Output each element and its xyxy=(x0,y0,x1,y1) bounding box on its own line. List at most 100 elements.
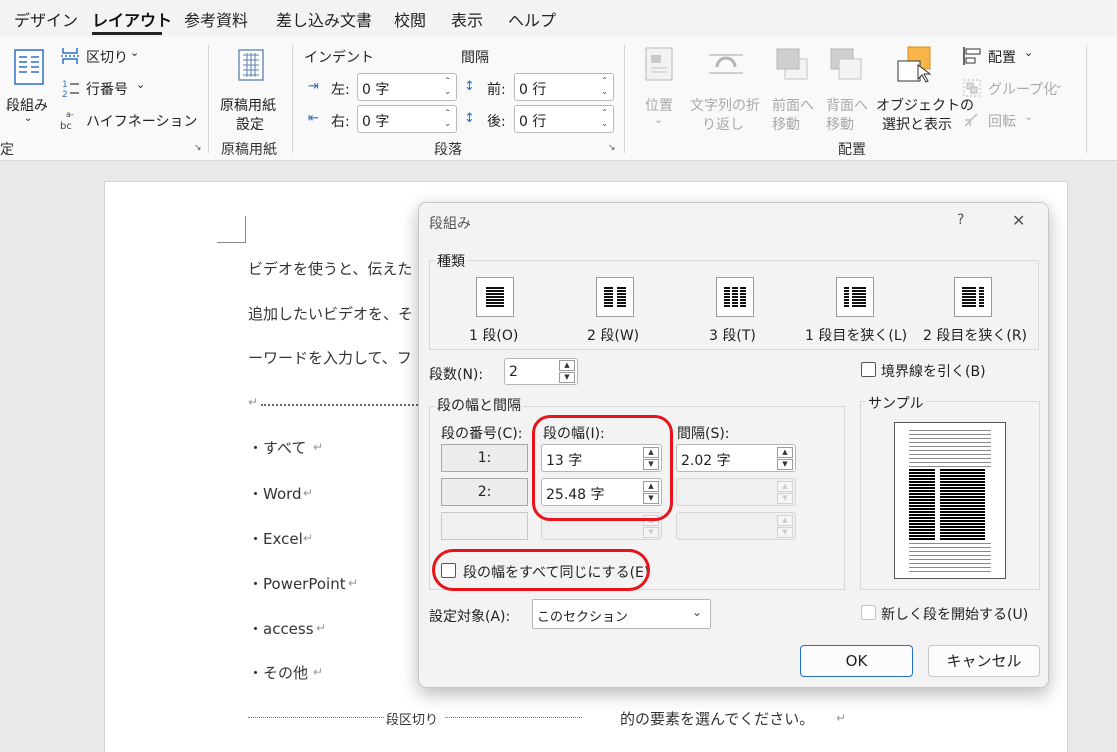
num-columns-input[interactable]: 2 ▲ ▼ xyxy=(504,358,578,385)
spin-down-icon: ▼ xyxy=(777,527,793,538)
indent-right-icon: ⇤ xyxy=(308,111,319,126)
column-number-header: 段の番号(C): xyxy=(441,426,523,442)
ribbon: 段組み ⌄ 区切り ⌄ 12 行番号 ⌄ a-bc ハイフネーション ⌄ 定 ↘… xyxy=(0,37,1117,161)
dialog-launcher-icon[interactable]: ↘ xyxy=(608,143,616,153)
ok-button[interactable]: OK xyxy=(800,645,913,677)
highlight-ellipse xyxy=(532,415,673,521)
spin-up-icon[interactable]: ▲ xyxy=(559,360,575,371)
align-button[interactable]: 配置 ⌄ xyxy=(962,45,1052,67)
bring-forward-button[interactable]: 前面へ 移動 xyxy=(770,45,820,133)
cancel-button[interactable]: キャンセル xyxy=(928,645,1040,677)
columns-icon xyxy=(14,49,44,85)
tab-mailings[interactable]: 差し込み文書 xyxy=(276,7,372,31)
apply-to-label: 設定対象(A): xyxy=(429,609,511,625)
svg-text:a-: a- xyxy=(66,110,74,119)
spin-up-icon: ▲ xyxy=(777,481,793,492)
spin-down-icon[interactable]: ⌄ xyxy=(444,119,451,128)
spacing-title: 間隔 xyxy=(461,50,489,66)
tab-help[interactable]: ヘルプ xyxy=(508,7,556,31)
breaks-button[interactable]: 区切り ⌄ xyxy=(60,45,150,67)
list-item: ・その他 xyxy=(248,664,309,682)
wrap-text-label-2: り返し xyxy=(702,117,744,133)
columns-dialog: 段組み ? ✕ 種類 1 段(O) 2 段(W) 3 段(T) 1 段目を狭く(… xyxy=(418,202,1049,688)
preset-one-column-icon xyxy=(476,277,514,317)
tab-view[interactable]: 表示 xyxy=(451,7,483,31)
tab-references[interactable]: 参考資料 xyxy=(184,7,248,31)
tab-layout[interactable]: レイアウト xyxy=(92,7,172,31)
send-backward-label: 背面へ xyxy=(826,98,868,114)
selection-pane-button[interactable]: オブジェクトの 選択と表示 xyxy=(876,45,974,133)
spin-down-icon: ▼ xyxy=(643,527,659,538)
preset-two-columns[interactable]: 2 段(W) xyxy=(583,277,647,347)
spin-down-icon[interactable]: ⌄ xyxy=(601,87,608,96)
spin-up-icon[interactable]: ⌃ xyxy=(444,108,451,117)
line-numbers-label: 行番号 xyxy=(86,82,128,98)
ribbon-separator xyxy=(208,45,209,153)
apply-to-select[interactable]: このセクション ⌄ xyxy=(532,599,711,629)
wrap-text-button[interactable]: 文字列の折 り返し xyxy=(688,45,766,133)
apply-to-value: このセクション xyxy=(537,610,629,625)
manuscript-paper-icon xyxy=(238,49,264,81)
columns-button[interactable]: 段組み ⌄ xyxy=(6,45,54,124)
genko-label: 原稿用紙 xyxy=(220,98,276,114)
spin-up-icon[interactable]: ⌃ xyxy=(601,76,608,85)
margin-mark xyxy=(217,242,246,243)
preset-left-narrow[interactable]: 1 段目を狭く(L) xyxy=(803,277,907,347)
send-backward-label-2: 移動 xyxy=(826,117,854,133)
paragraph-mark-icon: ↵ xyxy=(313,665,324,679)
chevron-down-icon: ⌄ xyxy=(136,78,146,91)
spin-up-icon[interactable]: ▲ xyxy=(777,447,793,458)
section-break-label: 段区切り xyxy=(386,713,439,728)
highlight-ellipse xyxy=(432,549,650,591)
column-break-line xyxy=(261,404,421,406)
new-column-label: 新しく段を開始する(U) xyxy=(881,607,1029,623)
svg-text:1: 1 xyxy=(62,80,68,90)
line-numbers-button[interactable]: 12 行番号 ⌄ xyxy=(60,77,160,99)
genko-group-label: 原稿用紙 xyxy=(221,142,277,158)
spin-down-icon[interactable]: ▼ xyxy=(777,459,793,470)
spin-up-icon[interactable]: ⌃ xyxy=(601,108,608,117)
preset-right-narrow[interactable]: 2 段目を狭く(R) xyxy=(921,277,1027,347)
group-icon xyxy=(963,79,981,97)
rotate-button[interactable]: 回転 ⌄ xyxy=(962,109,1052,131)
hyphenation-button[interactable]: a-bc ハイフネーション ⌄ xyxy=(60,109,247,131)
hyphenation-icon: a-bc xyxy=(60,110,74,131)
spin-down-icon[interactable]: ⌄ xyxy=(444,87,451,96)
align-icon xyxy=(963,47,981,65)
line-between-checkbox[interactable] xyxy=(861,362,876,377)
group-button[interactable]: グループ化 ⌄ xyxy=(962,77,1072,99)
breaks-icon xyxy=(61,48,79,64)
arrange-group-label: 配置 xyxy=(838,142,866,158)
spacing-after-icon: ↕ xyxy=(464,111,475,126)
preset-three-columns-icon xyxy=(716,277,754,317)
genko-settings-button[interactable]: 原稿用紙 設定 xyxy=(218,45,284,133)
position-button[interactable]: 位置 ⌄ xyxy=(640,45,680,131)
indent-left-input[interactable]: 0 字 ⌃ ⌄ xyxy=(357,73,457,101)
preset-three-columns[interactable]: 3 段(T) xyxy=(703,277,767,347)
section-break-line xyxy=(248,717,384,718)
indent-right-input[interactable]: 0 字 ⌃ ⌄ xyxy=(357,105,457,133)
position-label: 位置 xyxy=(645,98,673,114)
genko-label-2: 設定 xyxy=(236,117,264,133)
preset-left-narrow-icon xyxy=(836,277,874,317)
dialog-launcher-icon[interactable]: ↘ xyxy=(194,143,202,153)
spin-down-icon[interactable]: ⌄ xyxy=(601,119,608,128)
chevron-down-icon: ⌄ xyxy=(1024,110,1034,123)
preset-two-columns-icon xyxy=(596,277,634,317)
send-backward-button[interactable]: 背面へ 移動 xyxy=(824,45,874,133)
svg-text:2: 2 xyxy=(62,90,68,98)
paragraph-mark-icon: ↵ xyxy=(313,440,324,454)
spin-up-icon[interactable]: ⌃ xyxy=(444,76,451,85)
spacing-before-input[interactable]: 0 行 ⌃ ⌄ xyxy=(514,73,614,101)
tab-design[interactable]: デザイン xyxy=(14,7,78,31)
tab-review[interactable]: 校閲 xyxy=(394,7,426,31)
spacing-after-input[interactable]: 0 行 ⌃ ⌄ xyxy=(514,105,614,133)
svg-text:bc: bc xyxy=(60,121,72,131)
presets-label: 種類 xyxy=(435,251,467,271)
spin-down-icon[interactable]: ▼ xyxy=(559,372,575,383)
close-icon[interactable]: ✕ xyxy=(1012,211,1025,230)
column-1-spacing-input[interactable]: 2.02 字 ▲ ▼ xyxy=(676,444,796,472)
preset-one-column[interactable]: 1 段(O) xyxy=(463,277,527,347)
column-1-spacing-value: 2.02 字 xyxy=(681,453,731,469)
help-icon[interactable]: ? xyxy=(957,212,964,228)
